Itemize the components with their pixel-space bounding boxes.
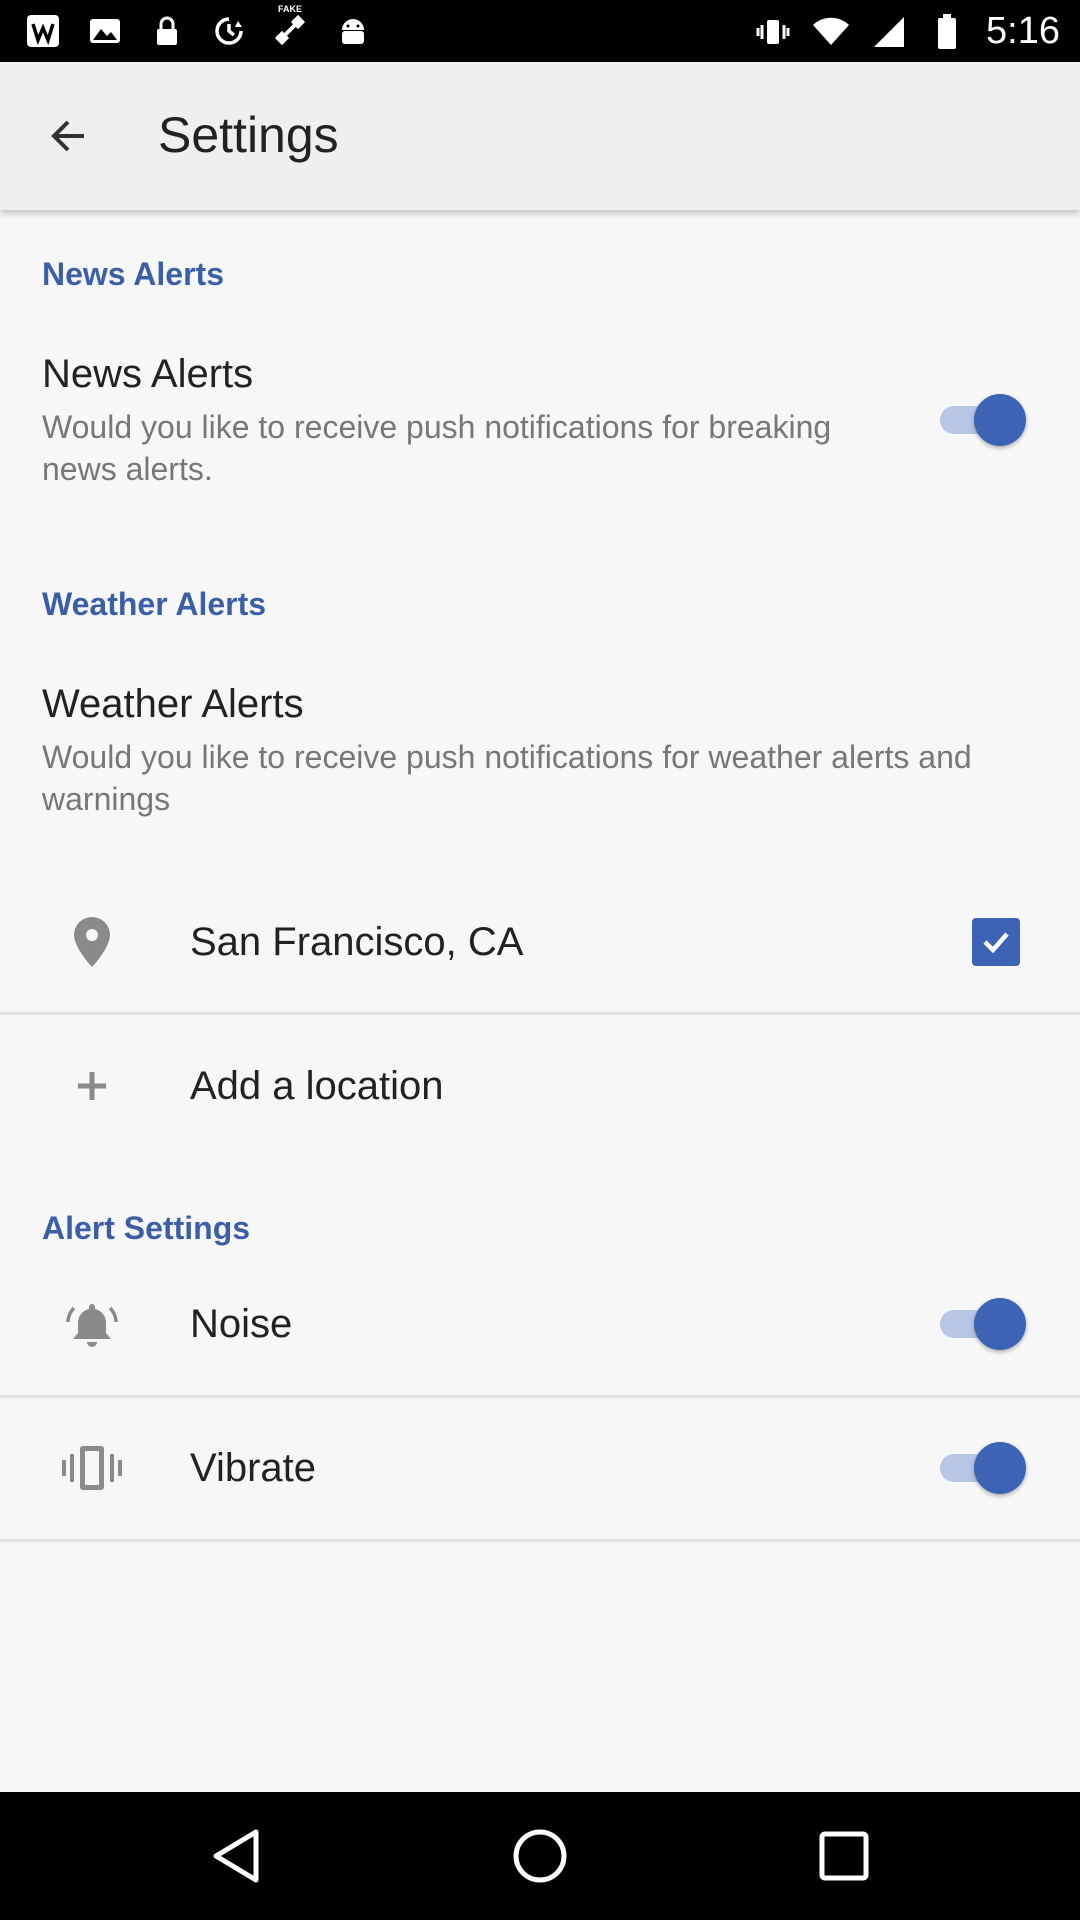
vibrate-toggle[interactable]: [934, 1438, 1030, 1498]
plus-icon: [60, 1054, 124, 1118]
satellite-fake-gps-icon: FAKE: [272, 4, 310, 50]
settings-list: News Alerts News Alerts Would you like t…: [0, 210, 1080, 1792]
news-alerts-toggle[interactable]: [934, 390, 1030, 450]
toggle-thumb: [974, 1298, 1026, 1350]
notification-icons: FAKE: [24, 4, 372, 50]
location-pin-icon: [60, 910, 124, 974]
section-header-alert-settings: Alert Settings: [42, 1210, 251, 1246]
divider: [0, 1395, 1080, 1398]
home-circle-icon: [513, 1829, 567, 1883]
battery-icon: [928, 13, 966, 51]
news-alerts-title: News Alerts: [42, 352, 254, 396]
divider: [0, 1539, 1080, 1542]
vibrate-label: Vibrate: [190, 1446, 317, 1490]
wifi-icon: [812, 13, 850, 51]
clock: 5:16: [986, 10, 1060, 52]
nav-recents-button[interactable]: [804, 1816, 884, 1896]
divider: [0, 1012, 1080, 1015]
noise-label: Noise: [190, 1302, 293, 1346]
app-bar: Settings: [0, 62, 1080, 210]
wordpress-icon: [24, 12, 62, 50]
sync-icon: [210, 12, 248, 50]
vibrate-icon: [754, 13, 792, 51]
back-triangle-icon: [213, 1829, 259, 1883]
recents-square-icon: [819, 1831, 869, 1881]
add-location-label: Add a location: [190, 1064, 444, 1108]
noise-toggle[interactable]: [934, 1294, 1030, 1354]
section-header-weather-alerts: Weather Alerts: [42, 586, 267, 622]
page-title: Settings: [158, 107, 339, 163]
toggle-thumb: [974, 1442, 1026, 1494]
location-label: San Francisco, CA: [190, 920, 524, 964]
news-alerts-summary: Would you like to receive push notificat…: [42, 409, 832, 487]
arrow-back-icon: [51, 120, 84, 152]
back-button[interactable]: [32, 100, 104, 172]
nav-home-button[interactable]: [500, 1816, 580, 1896]
nav-back-button[interactable]: [196, 1816, 276, 1896]
signal-icon: [870, 13, 908, 51]
vibrate-icon: [60, 1436, 124, 1500]
photos-icon: [86, 12, 124, 50]
bell-icon: [60, 1292, 124, 1356]
android-robot-icon: [334, 12, 372, 50]
satellite-badge: FAKE: [278, 4, 303, 14]
checkmark-icon: [983, 932, 1009, 954]
toggle-thumb: [974, 394, 1026, 446]
location-checkbox[interactable]: [972, 918, 1020, 966]
weather-alerts-summary: Would you like to receive push notificat…: [42, 739, 972, 817]
section-header-news-alerts: News Alerts: [42, 256, 224, 292]
lock-icon: [148, 12, 186, 50]
status-bar: FAKE 5:16: [0, 0, 1080, 62]
system-icons: 5:16: [754, 10, 1060, 53]
navigation-bar: [0, 1792, 1080, 1920]
weather-alerts-title: Weather Alerts: [42, 682, 304, 726]
